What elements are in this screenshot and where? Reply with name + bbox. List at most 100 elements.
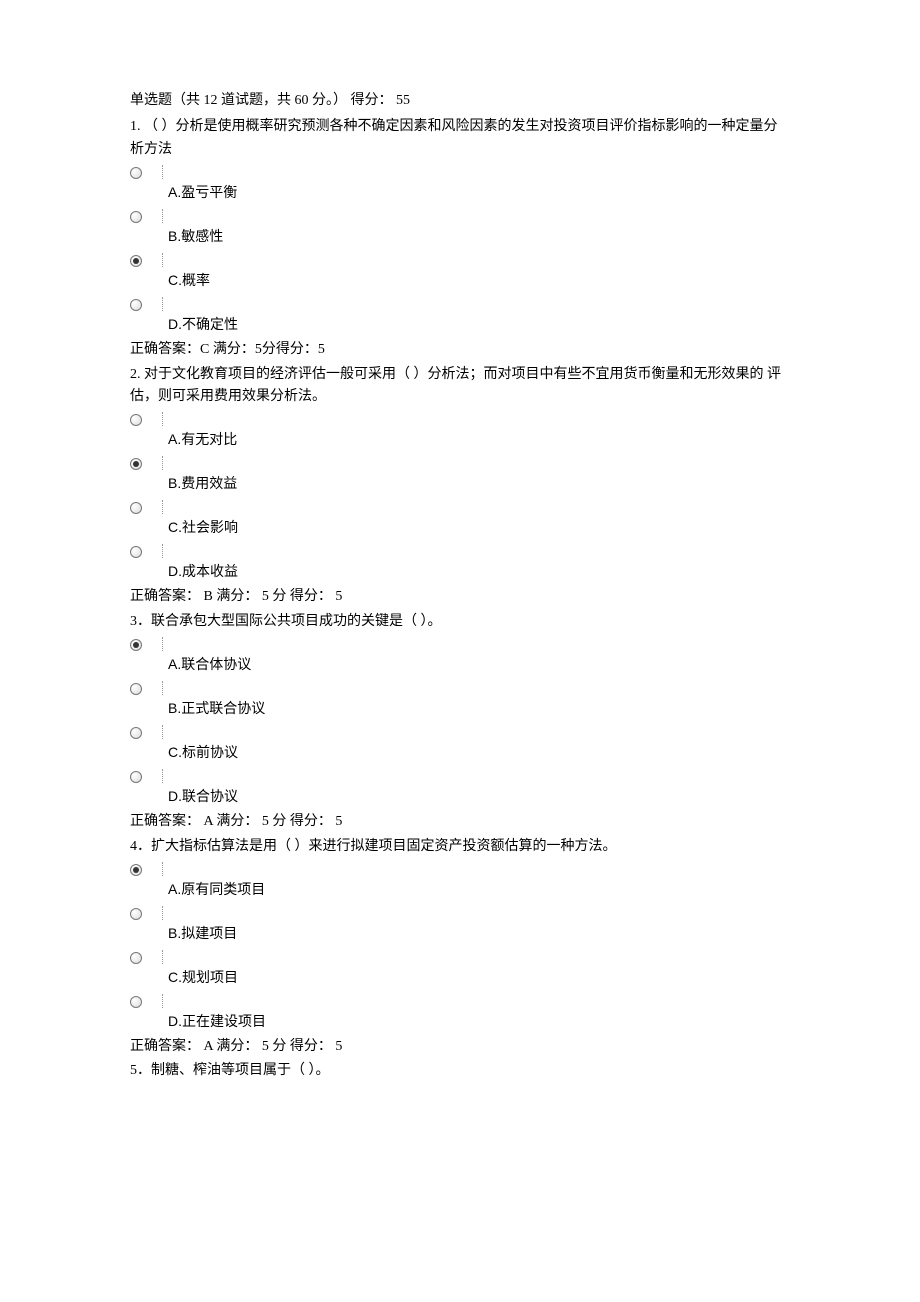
radio-cell[interactable] [130, 542, 154, 566]
dotted-separator [162, 906, 163, 920]
radio-icon[interactable] [130, 546, 142, 558]
option-row[interactable]: C.概率 [130, 251, 790, 293]
radio-icon[interactable] [130, 683, 142, 695]
radio-cell[interactable] [130, 251, 154, 275]
option-row[interactable]: B.费用效益 [130, 454, 790, 496]
option-body: D.成本收益 [154, 542, 790, 582]
radio-cell[interactable] [130, 904, 154, 928]
dotted-separator [162, 456, 163, 470]
dotted-separator [162, 637, 163, 651]
radio-icon[interactable] [130, 727, 142, 739]
option-row[interactable]: A.盈亏平衡 [130, 163, 790, 205]
option-row[interactable]: C.标前协议 [130, 723, 790, 765]
radio-icon[interactable] [130, 952, 142, 964]
option-body: D.不确定性 [154, 295, 790, 335]
radio-icon[interactable] [130, 458, 142, 470]
option-row[interactable]: B.正式联合协议 [130, 679, 790, 721]
option-label: C.概率 [154, 251, 790, 291]
option-label: A.有无对比 [154, 410, 790, 450]
dotted-separator [162, 994, 163, 1008]
radio-cell[interactable] [130, 163, 154, 187]
dotted-separator [162, 681, 163, 695]
radio-cell[interactable] [130, 635, 154, 659]
option-row[interactable]: A.联合体协议 [130, 635, 790, 677]
option-row[interactable]: A.有无对比 [130, 410, 790, 452]
answer-line: 正确答案：C 满分：5分得分：5 [130, 339, 790, 361]
radio-icon[interactable] [130, 414, 142, 426]
radio-icon[interactable] [130, 211, 142, 223]
question-stem: 2. 对于文化教育项目的经济评估一般可采用（ ）分析法；而对项目中有些不宜用货币… [130, 364, 790, 409]
option-body: D.联合协议 [154, 767, 790, 807]
answer-line: 正确答案： A 满分： 5 分 得分： 5 [130, 811, 790, 833]
option-label: A.联合体协议 [154, 635, 790, 675]
dotted-separator [162, 862, 163, 876]
questions-container: 1. （ ）分析是使用概率研究预测各种不确定因素和风险因素的发生对投资项目评价指… [130, 116, 790, 1058]
option-row[interactable]: C.规划项目 [130, 948, 790, 990]
radio-cell[interactable] [130, 767, 154, 791]
radio-icon[interactable] [130, 167, 142, 179]
option-label: A.盈亏平衡 [154, 163, 790, 203]
radio-icon[interactable] [130, 771, 142, 783]
option-body: C.概率 [154, 251, 790, 291]
question-stem: 3．联合承包大型国际公共项目成功的关键是（ ）。 [130, 611, 790, 633]
option-label: C.规划项目 [154, 948, 790, 988]
option-row[interactable]: D.联合协议 [130, 767, 790, 809]
option-body: C.规划项目 [154, 948, 790, 988]
radio-cell[interactable] [130, 295, 154, 319]
radio-cell[interactable] [130, 679, 154, 703]
radio-cell[interactable] [130, 992, 154, 1016]
radio-cell[interactable] [130, 207, 154, 231]
option-body: A.原有同类项目 [154, 860, 790, 900]
radio-cell[interactable] [130, 410, 154, 434]
option-body: B.正式联合协议 [154, 679, 790, 719]
option-row[interactable]: B.拟建项目 [130, 904, 790, 946]
option-body: B.敏感性 [154, 207, 790, 247]
radio-icon[interactable] [130, 502, 142, 514]
option-label: D.正在建设项目 [154, 992, 790, 1032]
dotted-separator [162, 500, 163, 514]
option-row[interactable]: D.成本收益 [130, 542, 790, 584]
radio-cell[interactable] [130, 948, 154, 972]
dotted-separator [162, 412, 163, 426]
option-label: C.标前协议 [154, 723, 790, 763]
radio-cell[interactable] [130, 723, 154, 747]
radio-icon[interactable] [130, 639, 142, 651]
option-row[interactable]: A.原有同类项目 [130, 860, 790, 902]
option-label: D.联合协议 [154, 767, 790, 807]
option-row[interactable]: C.社会影响 [130, 498, 790, 540]
question-stem: 1. （ ）分析是使用概率研究预测各种不确定因素和风险因素的发生对投资项目评价指… [130, 116, 790, 161]
radio-icon[interactable] [130, 864, 142, 876]
option-label: B.敏感性 [154, 207, 790, 247]
radio-cell[interactable] [130, 454, 154, 478]
dotted-separator [162, 209, 163, 223]
option-body: A.盈亏平衡 [154, 163, 790, 203]
option-label: D.不确定性 [154, 295, 790, 335]
radio-cell[interactable] [130, 498, 154, 522]
option-body: C.标前协议 [154, 723, 790, 763]
option-body: B.拟建项目 [154, 904, 790, 944]
option-label: B.费用效益 [154, 454, 790, 494]
option-label: A.原有同类项目 [154, 860, 790, 900]
radio-icon[interactable] [130, 908, 142, 920]
radio-icon[interactable] [130, 255, 142, 267]
option-body: A.有无对比 [154, 410, 790, 450]
dotted-separator [162, 297, 163, 311]
answer-line: 正确答案： A 满分： 5 分 得分： 5 [130, 1036, 790, 1058]
option-row[interactable]: D.正在建设项目 [130, 992, 790, 1034]
dotted-separator [162, 253, 163, 267]
option-body: A.联合体协议 [154, 635, 790, 675]
option-body: C.社会影响 [154, 498, 790, 538]
radio-cell[interactable] [130, 860, 154, 884]
option-label: D.成本收益 [154, 542, 790, 582]
quiz-header: 单选题（共 12 道试题，共 60 分。） 得分： 55 [130, 90, 790, 112]
radio-icon[interactable] [130, 299, 142, 311]
option-body: B.费用效益 [154, 454, 790, 494]
option-row[interactable]: B.敏感性 [130, 207, 790, 249]
option-body: D.正在建设项目 [154, 992, 790, 1032]
radio-icon[interactable] [130, 996, 142, 1008]
answer-line: 正确答案： B 满分： 5 分 得分： 5 [130, 586, 790, 608]
dotted-separator [162, 950, 163, 964]
dotted-separator [162, 769, 163, 783]
option-label: B.拟建项目 [154, 904, 790, 944]
option-row[interactable]: D.不确定性 [130, 295, 790, 337]
